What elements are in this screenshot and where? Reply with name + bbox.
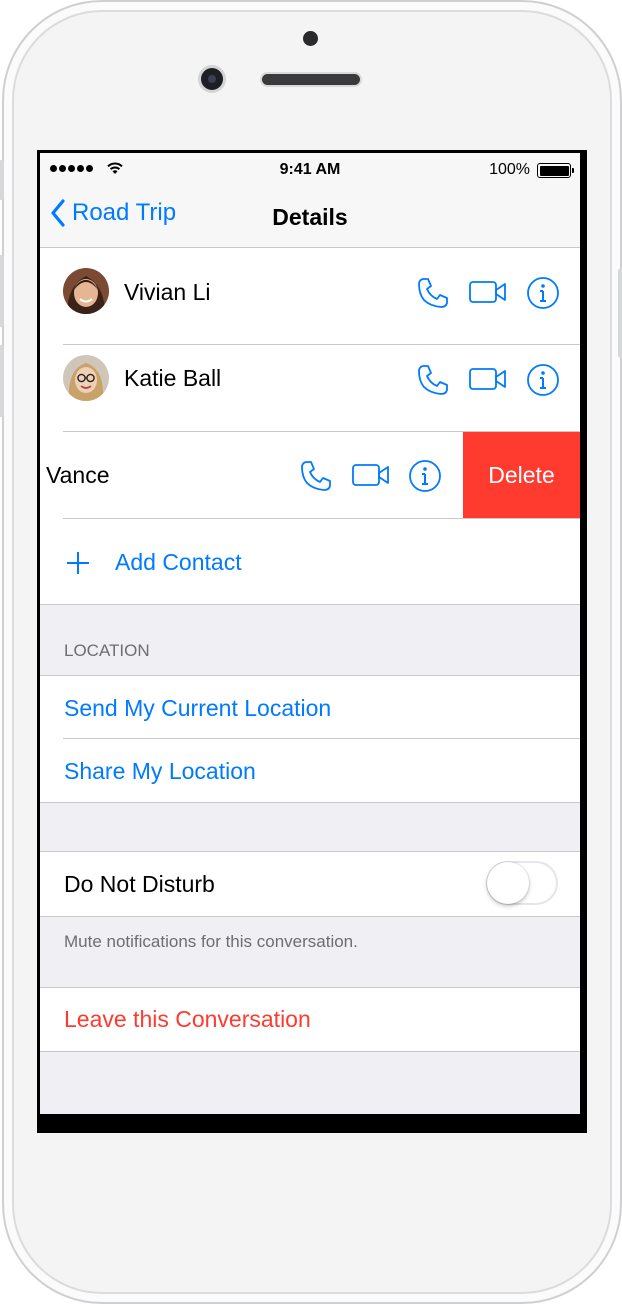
dnd-group: Do Not Disturb	[40, 852, 580, 916]
contact-row-katie[interactable]: Katie Ball	[40, 345, 580, 431]
status-bar: 9:41 AM 100%	[40, 153, 580, 187]
page-title: Details	[272, 204, 348, 230]
contact-name: Vivian Li	[124, 279, 211, 305]
contact-row-vivian[interactable]: Vivian Li	[40, 248, 580, 344]
separator	[63, 738, 580, 739]
separator	[40, 916, 580, 917]
earpiece-speaker	[262, 74, 360, 85]
phone-icon[interactable]	[416, 363, 450, 397]
dnd-footer-text: Mute notifications for this conversation…	[64, 932, 358, 951]
phone-icon[interactable]	[299, 459, 333, 493]
proximity-sensor	[303, 31, 318, 46]
location-group: Send My Current Location Share My Locati…	[40, 676, 580, 802]
video-camera-icon[interactable]	[469, 367, 507, 391]
plus-icon	[67, 552, 89, 574]
video-camera-icon[interactable]	[352, 463, 390, 487]
contacts-group: Vivian Li Katie Ball Vance Delete Add Co…	[40, 248, 580, 604]
add-contact-button[interactable]: Add Contact	[115, 549, 242, 576]
volume-up-button	[0, 255, 4, 327]
location-section-header: LOCATION	[64, 641, 150, 660]
leave-conversation-button[interactable]: Leave this Conversation	[64, 1006, 311, 1033]
delete-button[interactable]: Delete	[463, 432, 580, 518]
info-icon[interactable]	[526, 363, 560, 397]
dnd-label: Do Not Disturb	[64, 871, 215, 897]
avatar	[63, 355, 109, 401]
phone-icon[interactable]	[416, 276, 450, 310]
add-contact-row[interactable]: Add Contact	[40, 519, 580, 604]
info-icon[interactable]	[408, 459, 442, 493]
info-icon[interactable]	[526, 276, 560, 310]
share-location-button[interactable]: Share My Location	[64, 758, 256, 785]
avatar	[63, 268, 109, 314]
separator	[40, 1051, 580, 1052]
battery-percentage: 100%	[489, 161, 530, 178]
volume-down-button	[0, 345, 4, 417]
power-button	[618, 268, 622, 358]
separator	[40, 802, 580, 803]
contact-row-vance[interactable]: Vance Delete	[40, 432, 580, 518]
leave-group: Leave this Conversation	[40, 988, 580, 1051]
send-current-location-button[interactable]: Send My Current Location	[64, 695, 331, 722]
dnd-toggle[interactable]	[486, 861, 558, 905]
mute-switch	[0, 160, 4, 200]
contact-name: Vance	[46, 462, 110, 488]
navigation-bar: Road Trip Details	[40, 187, 580, 248]
front-camera	[201, 68, 223, 90]
toggle-knob	[487, 862, 529, 904]
video-camera-icon[interactable]	[469, 280, 507, 304]
battery-icon	[537, 163, 574, 178]
separator	[40, 604, 580, 605]
contact-name: Katie Ball	[124, 365, 222, 391]
display: 9:41 AM 100% Road Trip Details Vivian Li…	[40, 153, 580, 1114]
